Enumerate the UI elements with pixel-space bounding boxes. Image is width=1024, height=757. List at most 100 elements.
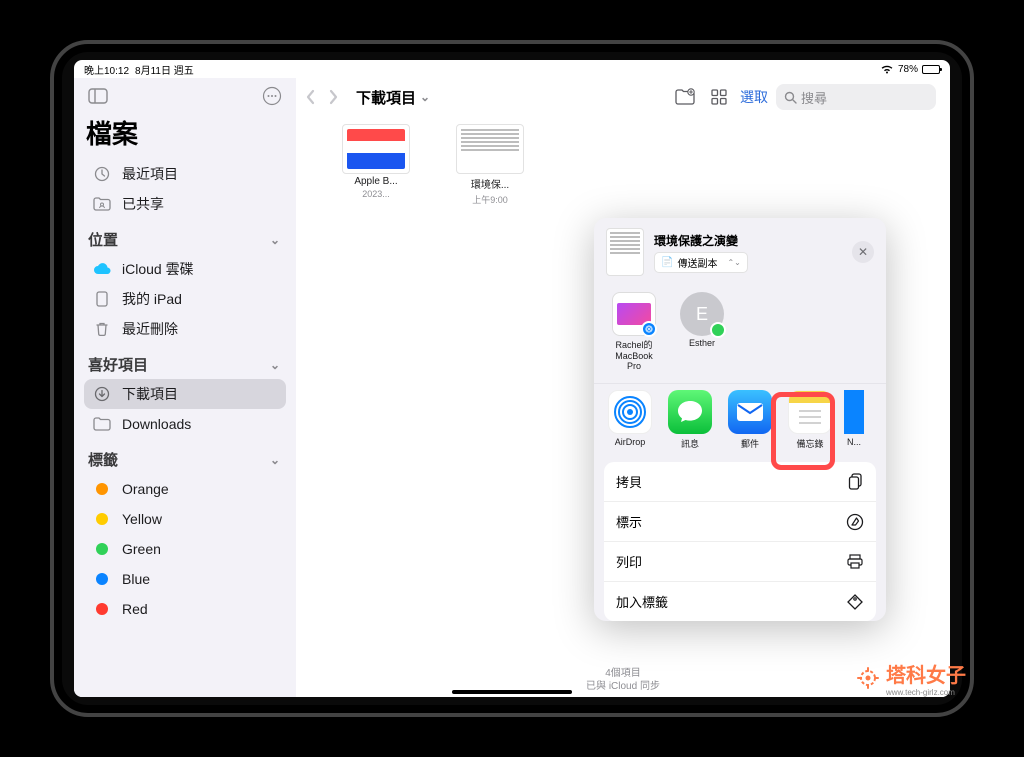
sidebar-locations-heading[interactable]: 位置 ⌄ xyxy=(84,219,286,254)
app-label: N... xyxy=(847,437,861,447)
mail-icon xyxy=(728,390,772,434)
status-date: 8月11日 週五 xyxy=(135,62,194,77)
share-target-device[interactable]: Rachel的 MacBook Pro xyxy=(604,292,664,371)
ipad-frame: 晚上10:12 8月11日 週五 78% xyxy=(50,40,974,717)
file-thumbnail xyxy=(342,124,410,174)
airdrop-badge-icon xyxy=(641,321,657,337)
sync-status: 已與 iCloud 同步 xyxy=(296,680,950,693)
close-button[interactable]: ✕ xyxy=(852,241,874,263)
back-button[interactable] xyxy=(304,88,318,106)
battery-icon xyxy=(922,65,940,74)
messages-icon xyxy=(668,390,712,434)
share-action-print[interactable]: 列印 xyxy=(604,542,876,582)
share-app-messages[interactable]: 訊息 xyxy=(664,390,716,450)
document-icon: 📄 xyxy=(661,257,673,268)
sidebar-tags-heading[interactable]: 標籤 ⌄ xyxy=(84,439,286,474)
forward-button[interactable] xyxy=(326,88,340,106)
ipad-icon xyxy=(92,291,112,307)
tag-dot-icon xyxy=(96,603,108,615)
markup-icon xyxy=(846,513,864,531)
share-target-label: Rachel的 MacBook Pro xyxy=(615,338,653,371)
share-target-contact[interactable]: E Esther xyxy=(672,292,732,371)
download-icon xyxy=(92,386,112,402)
status-bottom: 4個項目 已與 iCloud 同步 xyxy=(296,667,950,693)
file-name: 環境保... xyxy=(471,176,509,191)
sidebar-item-recently-deleted[interactable]: 最近刪除 xyxy=(84,314,286,344)
search-placeholder: 搜尋 xyxy=(801,88,827,107)
sidebar-item-label: Green xyxy=(122,541,161,557)
share-sheet: 環境保護之演變 📄 傳送副本 ⌃⌄ ✕ xyxy=(594,218,886,621)
sidebar-toggle-icon[interactable] xyxy=(86,84,110,108)
share-app-airdrop[interactable]: AirDrop xyxy=(604,390,656,450)
share-action-add-tag[interactable]: 加入標籤 xyxy=(604,582,876,621)
chevron-down-icon: ⌄ xyxy=(420,90,430,104)
sidebar-item-label: 下載項目 xyxy=(122,384,178,404)
file-name: Apple B... xyxy=(354,176,397,187)
sidebar-item-shared[interactable]: 已共享 xyxy=(84,189,286,219)
sidebar: 檔案 最近項目 已共享 位置 ⌄ iCloud 雲碟 xyxy=(74,78,296,697)
view-grid-button[interactable] xyxy=(706,88,732,106)
share-app-mail[interactable]: 郵件 xyxy=(724,390,776,450)
share-title: 環境保護之演變 xyxy=(654,232,842,249)
share-action-markup[interactable]: 標示 xyxy=(604,502,876,542)
sidebar-item-downloads-zh[interactable]: 下載項目 xyxy=(84,379,286,409)
file-date: 2023... xyxy=(362,189,390,199)
clock-icon xyxy=(92,166,112,182)
tag-dot-icon xyxy=(96,513,108,525)
select-button[interactable]: 選取 xyxy=(740,87,768,107)
ipad-screen: 晚上10:12 8月11日 週五 78% xyxy=(74,60,950,697)
watermark: 塔科女子 www.tech-girlz.com xyxy=(856,659,966,697)
share-actions: 拷貝 標示 列印 加入標籤 xyxy=(604,462,876,621)
app-label: 訊息 xyxy=(681,437,699,450)
sidebar-item-label: 我的 iPad xyxy=(122,289,182,309)
new-folder-button[interactable] xyxy=(672,88,698,106)
battery-percent: 78% xyxy=(898,64,918,75)
app-icon xyxy=(844,390,864,434)
sidebar-favorites-heading[interactable]: 喜好項目 ⌄ xyxy=(84,344,286,379)
notes-icon xyxy=(788,390,832,434)
home-indicator[interactable] xyxy=(452,690,572,694)
tag-dot-icon xyxy=(96,573,108,585)
search-input[interactable]: 搜尋 xyxy=(776,84,936,110)
share-app-notes[interactable]: 備忘錄 xyxy=(784,390,836,450)
file-grid: Apple B... 2023... 環境保... 上午9:00 xyxy=(296,116,950,206)
share-app-next[interactable]: N... xyxy=(844,390,864,450)
share-apps-row[interactable]: AirDrop 訊息 郵件 備忘錄 xyxy=(594,383,886,456)
sidebar-item-icloud[interactable]: iCloud 雲碟 xyxy=(84,254,286,284)
sidebar-item-label: 最近刪除 xyxy=(122,319,178,339)
app-label: 備忘錄 xyxy=(796,437,823,450)
sidebar-tag-blue[interactable]: Blue xyxy=(84,564,286,594)
sidebar-item-my-ipad[interactable]: 我的 iPad xyxy=(84,284,286,314)
share-mode-select[interactable]: 📄 傳送副本 ⌃⌄ xyxy=(654,252,748,273)
sidebar-item-label: Yellow xyxy=(122,511,162,527)
share-action-copy[interactable]: 拷貝 xyxy=(604,462,876,502)
messages-badge-icon xyxy=(710,322,726,338)
location-title[interactable]: 下載項目 ⌄ xyxy=(356,87,430,108)
file-date: 上午9:00 xyxy=(472,193,508,206)
sidebar-item-label: 已共享 xyxy=(122,194,164,214)
content-area: 下載項目 ⌄ 選取 搜尋 Apple B... xyxy=(296,78,950,697)
wifi-icon xyxy=(880,64,894,74)
sidebar-item-recents[interactable]: 最近項目 xyxy=(84,159,286,189)
sidebar-item-label: Orange xyxy=(122,481,169,497)
sidebar-tag-green[interactable]: Green xyxy=(84,534,286,564)
sidebar-item-downloads-en[interactable]: Downloads xyxy=(84,409,286,439)
shared-folder-icon xyxy=(92,197,112,211)
item-count: 4個項目 xyxy=(296,667,950,680)
share-targets-row[interactable]: Rachel的 MacBook Pro E Esther xyxy=(594,288,886,375)
file-item[interactable]: Apple B... 2023... xyxy=(336,124,416,206)
status-time: 晚上10:12 xyxy=(84,62,129,77)
sidebar-tag-red[interactable]: Red xyxy=(84,594,286,624)
sidebar-tag-yellow[interactable]: Yellow xyxy=(84,504,286,534)
app-label: 郵件 xyxy=(741,437,759,450)
sidebar-tag-orange[interactable]: Orange xyxy=(84,474,286,504)
watermark-icon xyxy=(856,666,880,690)
more-icon[interactable] xyxy=(260,84,284,108)
airdrop-icon xyxy=(608,390,652,434)
sidebar-item-label: Downloads xyxy=(122,416,191,432)
file-item[interactable]: 環境保... 上午9:00 xyxy=(450,124,530,206)
tag-dot-icon xyxy=(96,483,108,495)
share-target-label: Esther xyxy=(689,338,715,348)
tag-icon xyxy=(846,593,864,611)
share-thumbnail xyxy=(606,228,644,276)
